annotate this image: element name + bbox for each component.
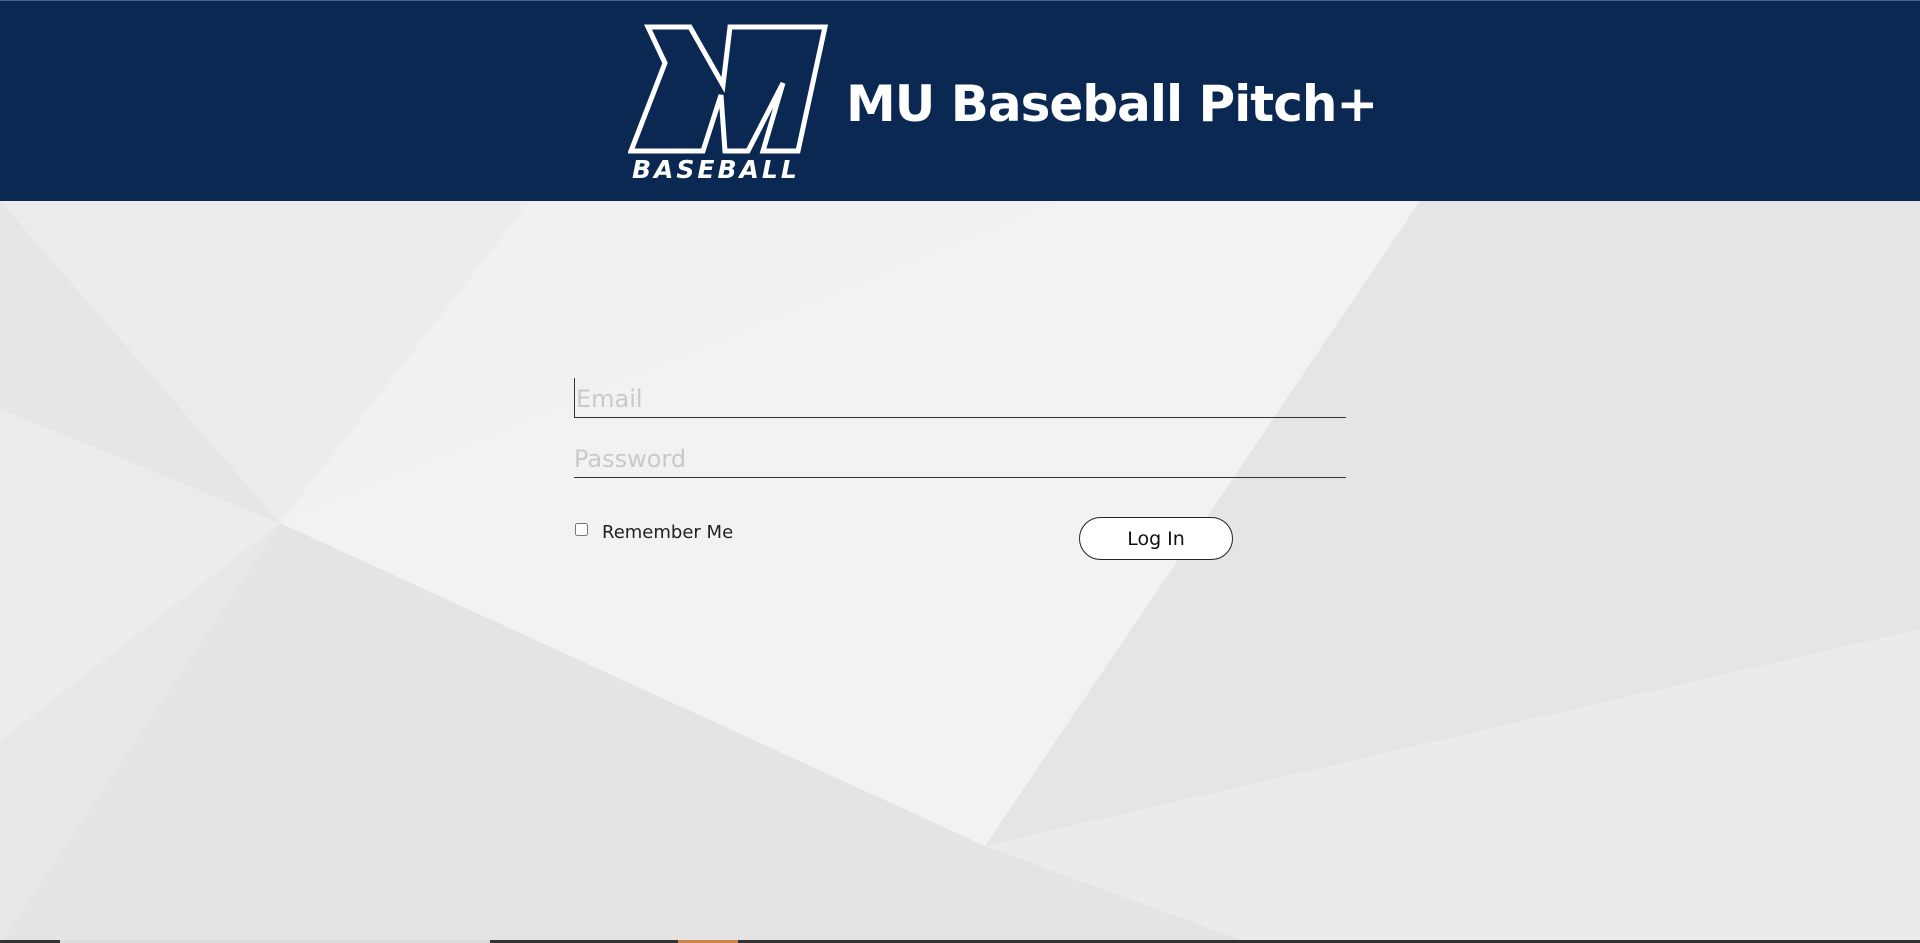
remember-me-option[interactable]: Remember Me [574, 522, 733, 543]
login-button[interactable]: Log In [1079, 517, 1233, 560]
logo-wordmark: BASEBALL [632, 155, 800, 181]
password-field[interactable] [574, 438, 1346, 478]
app-title: MU Baseball Pitch+ [846, 75, 1378, 133]
login-form: Remember Me Log In [574, 370, 1346, 570]
remember-me-checkbox[interactable] [575, 523, 588, 536]
mu-baseball-logo: BASEBALL [628, 23, 830, 181]
background-pattern [0, 201, 1920, 943]
remember-me-label: Remember Me [602, 522, 734, 543]
email-field[interactable] [574, 378, 1346, 418]
app-header: BASEBALL MU Baseball Pitch+ [0, 0, 1920, 201]
